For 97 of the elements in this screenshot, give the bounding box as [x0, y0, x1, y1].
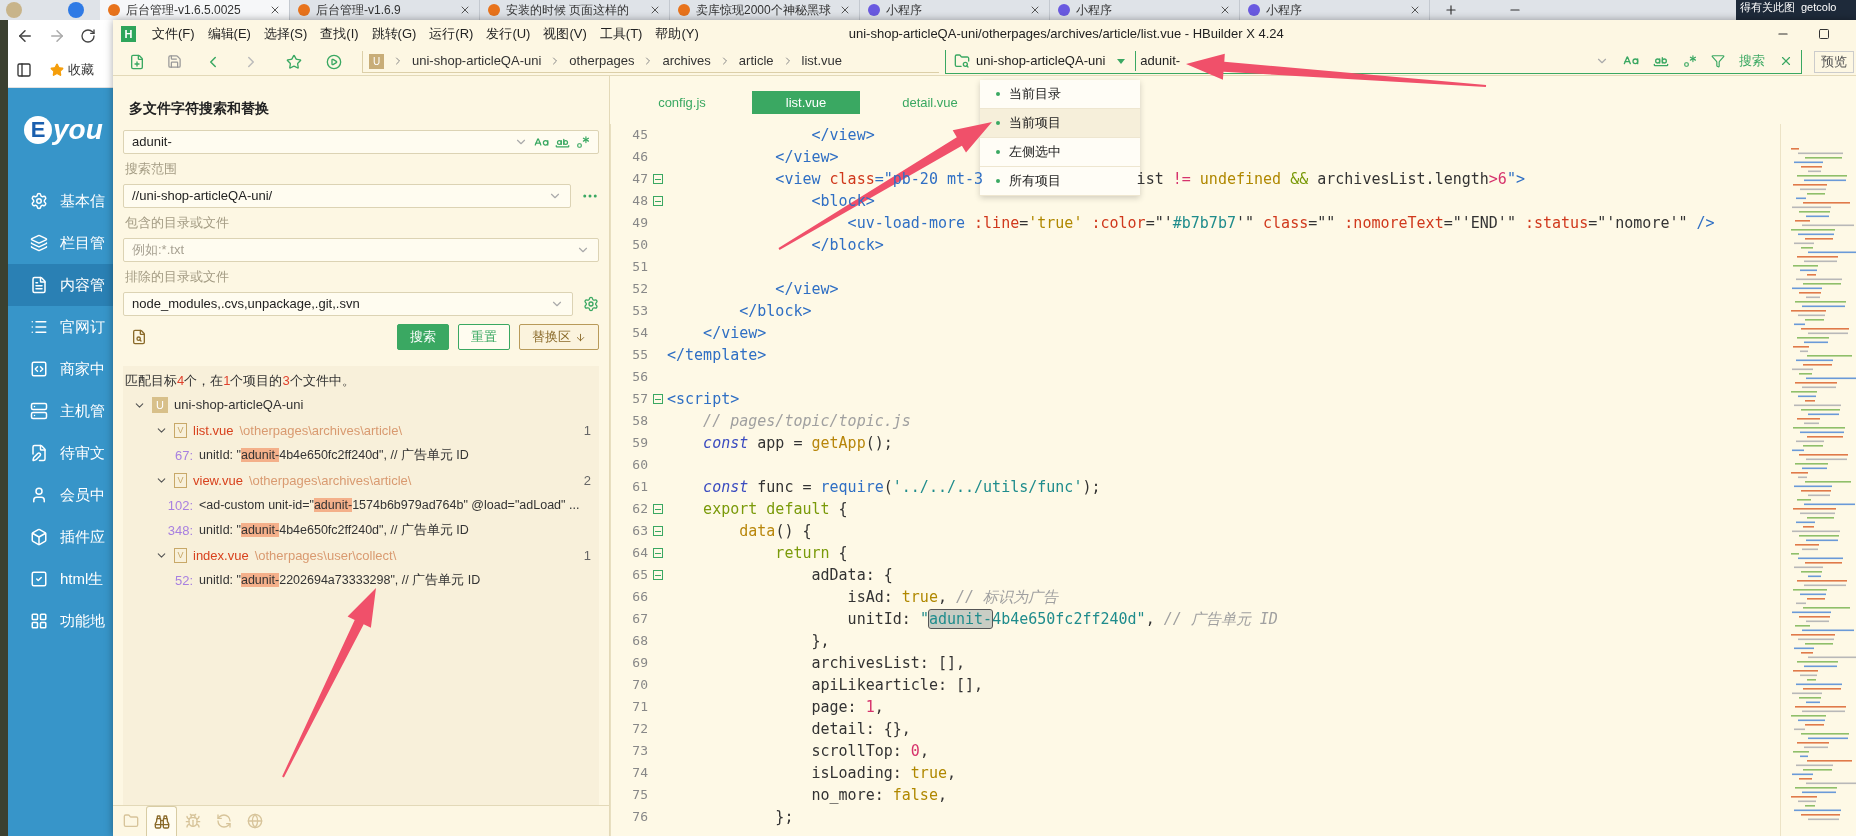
- code-line: </view>: [774, 147, 839, 168]
- file-path: \otherpages\user\collect\: [254, 546, 397, 565]
- tab-title: 卖库惊现2000个神秘黑球: [696, 2, 832, 19]
- tab-title: 小程序: [1266, 2, 1303, 19]
- line-number: 67:: [173, 446, 193, 465]
- code-line: no_more: false,: [810, 785, 947, 806]
- tab-title: 小程序: [886, 2, 923, 19]
- code-line: scrollTop: 0,: [810, 741, 929, 762]
- code-line: </block>: [810, 235, 884, 256]
- field-label: 排除的目录或文件: [124, 268, 230, 286]
- match-count: 2: [583, 471, 591, 490]
- results-summary: 匹配目标4个，在1个项目的3个文件中。: [124, 372, 356, 390]
- line-number: 60: [631, 456, 648, 475]
- line-number: 69: [631, 654, 648, 673]
- line-number: 45: [631, 126, 648, 145]
- match-line: unitId: "adunit-4b4e650fc2ff240d", // 广告单元 ID: [199, 447, 469, 465]
- panel-title: 多文件字符搜索和替换: [128, 99, 270, 118]
- code-line: </view>: [702, 323, 767, 344]
- code-line: </view>: [774, 279, 839, 300]
- file-badge: V: [174, 473, 187, 488]
- code-line: unitId: "adunit-4b4e650fc2ff240d", // 广告单元 ID: [846, 609, 1278, 630]
- line-number: 46: [631, 148, 648, 167]
- code-line: return {: [774, 543, 848, 564]
- match-line: unitId: "adunit-4b4e650fc2ff240d", // 广告单元 ID: [199, 522, 469, 540]
- match-line: <ad-custom unit-id="adunit-1574b6b979ad764b" @load="adLoad" ...: [199, 497, 580, 515]
- project-name: uni-shop-articleQA-uni: [174, 396, 304, 415]
- window-caption: getcolo: [1801, 0, 1837, 14]
- line-number: 64: [631, 544, 648, 563]
- line-number: 63: [631, 522, 648, 541]
- file-badge: V: [174, 423, 187, 438]
- tab-title: 后台管理-v1.6.5.0025: [126, 2, 242, 19]
- line-number: 71: [631, 698, 648, 717]
- line-number: 50: [631, 236, 648, 255]
- line-number: 58: [631, 412, 648, 431]
- field-label: 搜索范围: [124, 160, 178, 178]
- line-number: 47: [631, 170, 648, 189]
- line-number: 68: [631, 632, 648, 651]
- match-count: 1: [583, 421, 591, 440]
- logo-mark: E: [24, 116, 52, 144]
- line-number: 73: [631, 742, 648, 761]
- line-number: 72: [631, 720, 648, 739]
- line-number: 76: [631, 808, 648, 827]
- code-line: </template>: [667, 345, 767, 366]
- match-count: 1: [583, 546, 591, 565]
- tab-title: 小程序: [1076, 2, 1113, 19]
- code-line: isLoading: true,: [810, 763, 956, 784]
- window-title: uni-shop-articleQA-uni/otherpages/archives/article/list.vue - HBuilder X 4.24: [848, 25, 1284, 44]
- code-line: adData: {: [810, 565, 893, 586]
- line-number: 53: [631, 302, 648, 321]
- line-number: 48: [631, 192, 648, 211]
- line-number: 70: [631, 676, 648, 695]
- line-number: 65: [631, 566, 648, 585]
- code-line: const func = require('../../../utils/func');: [702, 477, 1101, 498]
- code-line: apiLikearticle: [],: [810, 675, 984, 696]
- line-number: 348:: [166, 521, 193, 540]
- tab-title: 安装的时候 页面这样的: [506, 2, 631, 19]
- tab-title: 后台管理-v1.6.9: [316, 2, 402, 19]
- code-line: </block>: [738, 301, 812, 322]
- project-badge: U: [369, 53, 384, 69]
- line-number: 55: [631, 346, 648, 365]
- line-number: 57: [631, 390, 648, 409]
- line-number: 59: [631, 434, 648, 453]
- code-line: </view>: [810, 125, 875, 146]
- code-line: const app = getApp();: [702, 433, 893, 454]
- line-number: 62: [631, 500, 648, 519]
- line-number: 49: [631, 214, 648, 233]
- app-logo: H: [121, 26, 136, 42]
- field-label: 包含的目录或文件: [124, 214, 230, 232]
- file-path: \otherpages\archives\article\: [239, 421, 403, 440]
- line-number: 61: [631, 478, 648, 497]
- code-line: };: [774, 807, 794, 828]
- code-line: export default {: [702, 499, 848, 520]
- line-number: 67: [631, 610, 648, 629]
- file-badge: V: [174, 548, 187, 563]
- code-line: isAd: true, // 标识为广告: [846, 587, 1059, 608]
- code-line: archivesList: [],: [810, 653, 965, 674]
- code-line: <script>: [667, 389, 740, 410]
- logo-text: you: [53, 113, 103, 147]
- code-line: page: 1,: [810, 697, 884, 718]
- line-number: 75: [631, 786, 648, 805]
- line-number: 52:: [173, 571, 193, 590]
- line-number: 54: [631, 324, 648, 343]
- line-number: 56: [631, 368, 648, 387]
- line-number: 52: [631, 280, 648, 299]
- code-line: detail: {},: [810, 719, 911, 740]
- code-line: },: [810, 631, 830, 652]
- code-line: <uv-load-more :line='true' :color="'#b7b7b7'" class="" :nomoreText="'END'" :status="'nomore'" />: [846, 213, 1715, 234]
- line-number: 102:: [166, 496, 193, 515]
- window-caption: 得有关此图: [1740, 0, 1795, 14]
- line-number: 74: [631, 764, 648, 783]
- line-number: 66: [631, 588, 648, 607]
- file-path: \otherpages\archives\article\: [248, 471, 412, 490]
- line-number: 51: [631, 258, 648, 277]
- project-badge: U: [152, 397, 168, 413]
- code-line: // pages/topic/topic.js: [702, 411, 911, 432]
- code-line: data() {: [738, 521, 812, 542]
- match-line: unitId: "adunit-2202694a73333298", // 广告单元 ID: [199, 572, 481, 590]
